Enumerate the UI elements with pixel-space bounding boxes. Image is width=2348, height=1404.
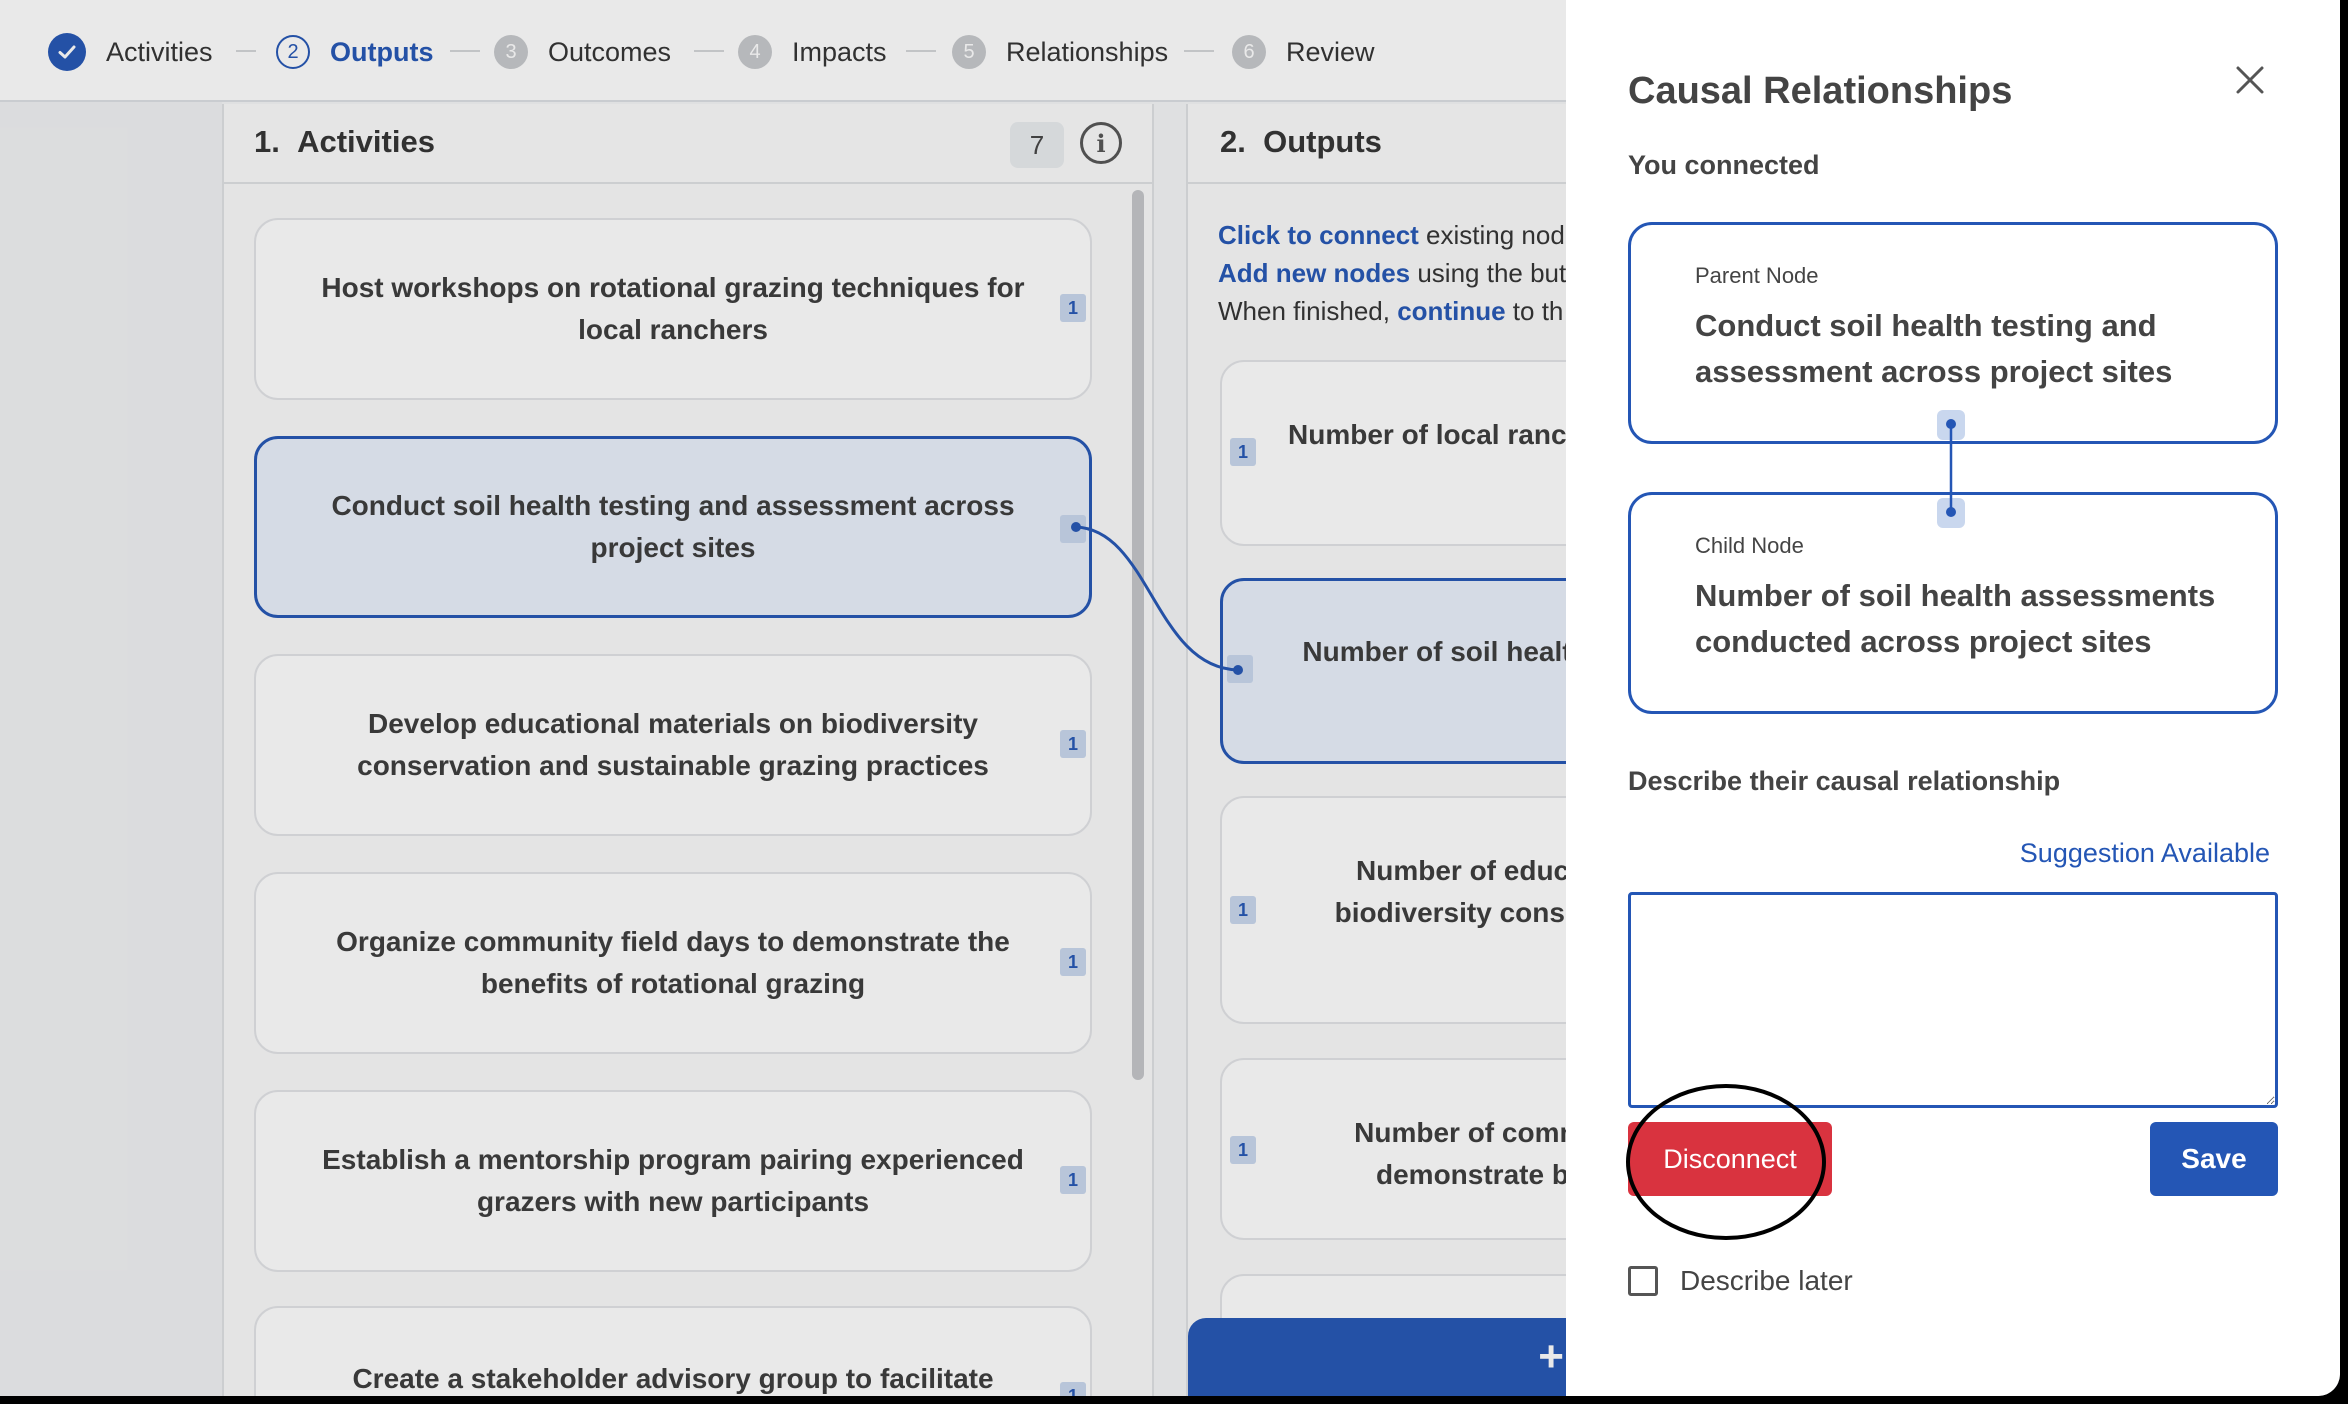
close-icon[interactable] — [2230, 60, 2270, 100]
backdrop-overlay[interactable] — [0, 0, 1566, 1396]
relationship-description-input[interactable] — [1628, 892, 2278, 1108]
drawer-title: Causal Relationships — [1628, 70, 2013, 112]
child-node-label: Child Node — [1695, 533, 1804, 558]
child-node-text: Number of soil health assessments conduc… — [1695, 578, 2216, 659]
node-connector — [1937, 410, 1965, 528]
describe-later-checkbox[interactable] — [1628, 1266, 1658, 1296]
suggestion-available-link[interactable]: Suggestion Available — [2006, 838, 2270, 869]
describe-later-label: Describe later — [1680, 1265, 1853, 1296]
save-button[interactable]: Save — [2150, 1122, 2278, 1196]
app-window: Activities 2 Outputs 3 Outcomes 4 Impact… — [0, 0, 2340, 1396]
disconnect-button[interactable]: Disconnect — [1628, 1122, 1832, 1196]
parent-node-text: Conduct soil health testing and assessme… — [1695, 308, 2173, 389]
describe-label: Describe their causal relationship — [1628, 766, 2061, 796]
parent-node-label: Parent Node — [1695, 263, 1819, 288]
drawer-subtitle: You connected — [1628, 150, 1820, 180]
causal-relationships-drawer: Causal Relationships You connected Paren… — [1566, 0, 2340, 1396]
